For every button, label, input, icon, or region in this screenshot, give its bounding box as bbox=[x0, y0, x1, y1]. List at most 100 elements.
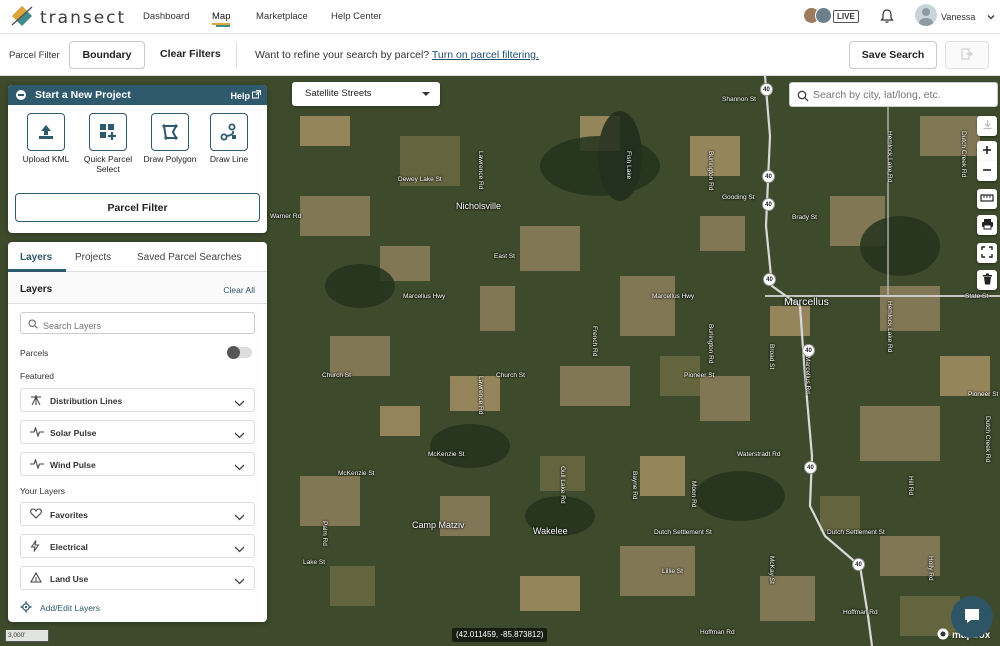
tool-label: Draw Polygon bbox=[143, 154, 197, 164]
tool-label: Draw Line bbox=[209, 154, 249, 164]
user-avatar[interactable] bbox=[915, 4, 937, 26]
map-label: Burlington Rd bbox=[707, 324, 714, 364]
collapse-icon[interactable] bbox=[16, 90, 26, 100]
map-label: Marcellus Hwy bbox=[652, 293, 695, 300]
layer-distribution-lines[interactable]: Distribution Lines bbox=[20, 388, 255, 412]
clear-filters-button[interactable]: Clear Filters bbox=[160, 48, 221, 60]
route-shield: 40 bbox=[762, 198, 775, 211]
parcels-toggle[interactable] bbox=[227, 346, 252, 359]
chevron-down-icon[interactable] bbox=[986, 11, 996, 25]
boundary-button[interactable]: Boundary bbox=[69, 41, 145, 69]
map-label: Marcellus Rd bbox=[804, 356, 811, 394]
map-label: Bayne Rd bbox=[631, 471, 638, 500]
print-button[interactable] bbox=[977, 215, 997, 235]
chevron-down-icon bbox=[234, 396, 245, 410]
map-label: Dewey Lake St bbox=[398, 176, 442, 183]
toggle-knob bbox=[227, 346, 240, 359]
layer-label: Electrical bbox=[50, 542, 88, 552]
featured-label: Featured bbox=[20, 371, 55, 381]
map-label: Lake St bbox=[303, 559, 326, 566]
turn-on-parcel-filtering-link[interactable]: Turn on parcel filtering. bbox=[432, 49, 539, 61]
map-label: Hemlock Lake Rd bbox=[886, 131, 893, 183]
map-label-town: Marcellus bbox=[784, 296, 829, 308]
clear-all-link[interactable]: Clear All bbox=[223, 285, 255, 295]
zoom-out-button[interactable] bbox=[977, 161, 997, 181]
user-name[interactable]: Vanessa bbox=[941, 12, 975, 22]
route-shield: 40 bbox=[804, 461, 817, 474]
map-label: Hill Rd bbox=[907, 476, 914, 496]
map-label: Waterstradt Rd bbox=[737, 451, 781, 458]
map-label: Moon Rd bbox=[690, 481, 697, 508]
grid-plus-icon bbox=[89, 113, 127, 151]
tab-projects[interactable]: Projects bbox=[75, 252, 111, 263]
chevron-down-icon bbox=[234, 574, 245, 588]
tab-layers[interactable]: Layers bbox=[20, 252, 52, 263]
top-nav: transect Dashboard Map Marketplace Help … bbox=[0, 0, 1000, 34]
layer-wind-pulse[interactable]: Wind Pulse bbox=[20, 452, 255, 476]
chat-button[interactable] bbox=[951, 596, 993, 638]
map-label: Holly Rd bbox=[927, 556, 934, 581]
layer-electrical[interactable]: Electrical bbox=[20, 534, 255, 558]
live-collaborators[interactable] bbox=[803, 7, 835, 25]
export-button[interactable] bbox=[945, 41, 989, 69]
quick-parcel-select-tool[interactable]: Quick Parcel Select bbox=[81, 113, 135, 174]
map-label: Lawrence Rd bbox=[477, 376, 484, 415]
draw-polygon-tool[interactable]: Draw Polygon bbox=[143, 113, 197, 164]
logo-text: transect bbox=[40, 7, 127, 28]
layer-label: Solar Pulse bbox=[50, 428, 97, 438]
draw-line-tool[interactable]: Draw Line bbox=[204, 113, 254, 164]
chevron-down-icon bbox=[234, 428, 245, 442]
refine-text: Want to refine your search by parcel? bbox=[255, 49, 430, 61]
map-label: Hemlock Lake Rd bbox=[886, 301, 893, 353]
search-icon bbox=[797, 90, 809, 105]
map-label: McKenzie St bbox=[338, 470, 375, 477]
map-label: Pioneer St bbox=[968, 391, 999, 398]
map-label: McKay St bbox=[768, 556, 775, 584]
map-search-box[interactable] bbox=[789, 82, 998, 107]
power-tower-icon bbox=[30, 394, 42, 409]
nav-marketplace[interactable]: Marketplace bbox=[256, 11, 308, 22]
download-icon bbox=[982, 119, 993, 133]
nav-dashboard[interactable]: Dashboard bbox=[143, 11, 189, 22]
divider bbox=[236, 42, 237, 68]
your-layers-label: Your Layers bbox=[20, 486, 66, 496]
trash-icon bbox=[982, 273, 993, 288]
basemap-select[interactable]: Satellite Streets bbox=[292, 82, 440, 106]
layer-favorites[interactable]: Favorites bbox=[20, 502, 255, 526]
parcel-filter-label: Parcel Filter bbox=[9, 50, 60, 61]
layer-land-use[interactable]: Land Use bbox=[20, 566, 255, 590]
add-edit-layers-link[interactable]: Add/Edit Layers bbox=[20, 601, 100, 615]
map-label: Gooding St bbox=[722, 194, 755, 201]
map-label: Warner Rd bbox=[270, 213, 302, 220]
fullscreen-button[interactable] bbox=[977, 243, 997, 263]
map-label-town: Wakelee bbox=[533, 526, 568, 536]
upload-kml-tool[interactable]: Upload KML bbox=[20, 113, 72, 164]
parcel-filter-button[interactable]: Parcel Filter bbox=[15, 193, 260, 222]
help-link[interactable]: Help bbox=[230, 90, 261, 101]
layer-search-input[interactable] bbox=[43, 321, 243, 331]
tab-saved-parcel-searches[interactable]: Saved Parcel Searches bbox=[137, 252, 242, 263]
layer-label: Wind Pulse bbox=[50, 460, 96, 470]
delete-button[interactable] bbox=[977, 270, 997, 290]
zoom-in-button[interactable] bbox=[977, 141, 997, 161]
live-badge[interactable]: LIVE bbox=[833, 10, 859, 23]
layer-solar-pulse[interactable]: Solar Pulse bbox=[20, 420, 255, 444]
nav-map[interactable]: Map bbox=[212, 11, 230, 22]
add-edit-layers-label: Add/Edit Layers bbox=[40, 603, 101, 613]
measure-button[interactable] bbox=[977, 189, 997, 209]
pulse-icon bbox=[30, 458, 44, 472]
layers-header: Layers Clear All bbox=[8, 272, 267, 304]
logo[interactable]: transect bbox=[10, 5, 126, 30]
map-label: Burlington Rd bbox=[707, 151, 714, 191]
lightning-icon bbox=[30, 540, 40, 555]
download-button[interactable] bbox=[977, 116, 997, 136]
save-search-button[interactable]: Save Search bbox=[849, 41, 937, 69]
map-label: Fish Lake bbox=[625, 151, 632, 180]
panel-title: Start a New Project bbox=[35, 89, 131, 101]
external-link-icon bbox=[252, 90, 261, 101]
map-search-input[interactable] bbox=[813, 89, 993, 101]
route-shield: 40 bbox=[802, 344, 815, 357]
layer-search-box[interactable] bbox=[20, 312, 255, 334]
nav-help-center[interactable]: Help Center bbox=[331, 11, 382, 22]
bell-icon[interactable] bbox=[879, 8, 895, 27]
